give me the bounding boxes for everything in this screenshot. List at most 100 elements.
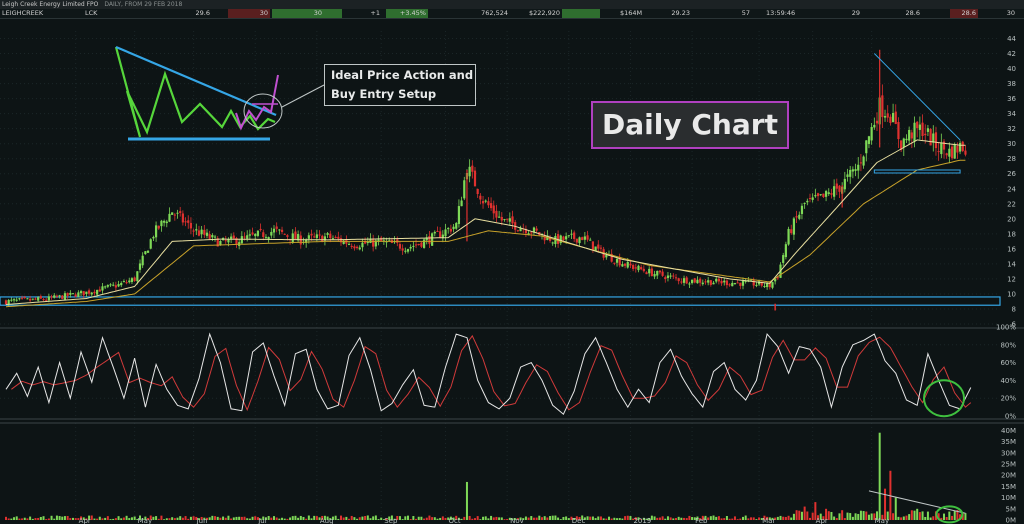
candle-body bbox=[431, 233, 434, 246]
volume-bar bbox=[621, 518, 624, 520]
candle-body bbox=[334, 236, 337, 238]
time-axis-tick: Apr bbox=[79, 517, 91, 524]
volume-bar bbox=[803, 506, 806, 520]
volume-bar bbox=[192, 516, 195, 520]
candle-body bbox=[924, 133, 927, 136]
candle-body bbox=[589, 239, 592, 241]
volume-bar bbox=[798, 510, 801, 520]
volume-bar bbox=[53, 518, 56, 520]
candle-body bbox=[96, 289, 99, 295]
candle-body bbox=[278, 229, 281, 231]
support-line bbox=[873, 169, 961, 174]
candle-body bbox=[444, 229, 447, 237]
candle-body bbox=[862, 156, 865, 166]
volume-bar bbox=[782, 516, 785, 520]
candle-body bbox=[122, 281, 126, 283]
setup-annotation-line2: Buy Entry Setup bbox=[331, 87, 437, 101]
volume-bar bbox=[538, 515, 541, 520]
volume-bar bbox=[55, 515, 58, 520]
candle-body bbox=[404, 250, 407, 252]
volume-bar bbox=[658, 517, 661, 520]
volume-bar bbox=[683, 517, 686, 520]
candle-body bbox=[693, 278, 696, 283]
volume-bar bbox=[171, 517, 174, 520]
candle-body bbox=[219, 240, 222, 245]
volume-bar bbox=[157, 518, 160, 520]
quote-code: LCK bbox=[85, 9, 98, 17]
volume-bar bbox=[417, 516, 420, 520]
volume-bar bbox=[165, 518, 168, 520]
volume-bar bbox=[792, 513, 795, 520]
candle-body bbox=[353, 246, 356, 249]
candle-body bbox=[913, 122, 916, 142]
volume-bar bbox=[629, 516, 632, 520]
candle-body bbox=[55, 295, 59, 297]
volume-bar bbox=[490, 515, 493, 520]
volume-bar bbox=[913, 510, 916, 520]
security-title: Leigh Creek Energy Limited FPO bbox=[2, 1, 99, 8]
volume-bar bbox=[275, 517, 278, 520]
volume-bar bbox=[243, 516, 246, 520]
candle-body bbox=[173, 214, 176, 216]
volume-bar bbox=[731, 518, 734, 520]
quote-trades: 57 bbox=[741, 9, 750, 17]
candle-body bbox=[23, 297, 26, 299]
volume-bar bbox=[128, 518, 131, 520]
candle-body bbox=[439, 231, 442, 238]
candle-body bbox=[677, 278, 680, 282]
volume-bar bbox=[776, 516, 779, 520]
candle-body bbox=[940, 142, 943, 155]
volume-bar bbox=[715, 516, 718, 520]
ideal-price-path bbox=[114, 46, 276, 138]
volume-bar bbox=[412, 516, 415, 520]
candle-body bbox=[251, 232, 254, 235]
candle-body bbox=[345, 240, 348, 244]
volume-bar bbox=[951, 515, 954, 520]
volume-bar bbox=[10, 518, 13, 520]
price-axis-tick: 32 bbox=[1007, 125, 1016, 133]
stoch-axis-tick: 20% bbox=[1000, 395, 1016, 403]
volume-bar bbox=[273, 516, 275, 520]
candle-body bbox=[7, 299, 10, 305]
ema-slow-line bbox=[5, 159, 966, 308]
volume-bar bbox=[897, 516, 900, 520]
volume-bar bbox=[666, 516, 669, 520]
candle-body bbox=[286, 235, 289, 237]
volume-bar bbox=[859, 510, 862, 520]
candle-body bbox=[256, 230, 260, 236]
candle-body bbox=[720, 280, 723, 284]
candle-body bbox=[642, 268, 645, 272]
volume-bar bbox=[404, 516, 407, 520]
volume-bar bbox=[334, 515, 337, 520]
price-chart[interactable]: 681012141618202224262830323436384042440%… bbox=[0, 19, 1024, 524]
time-axis-tick: Nov bbox=[510, 517, 524, 524]
candle-body bbox=[39, 296, 42, 299]
candle-body bbox=[715, 278, 718, 282]
volume-bar bbox=[283, 518, 286, 520]
quote-change-pct: +3.45% bbox=[386, 9, 428, 18]
time-axis-tick: May bbox=[875, 517, 889, 524]
candle-body bbox=[511, 216, 514, 224]
candle-body bbox=[71, 293, 75, 295]
volume-bar bbox=[656, 517, 659, 520]
candle-body bbox=[905, 138, 908, 141]
candle-body bbox=[792, 218, 796, 235]
candle-body bbox=[42, 299, 45, 301]
candle-body bbox=[506, 218, 509, 220]
volume-bar bbox=[101, 518, 104, 520]
candle-body bbox=[29, 298, 32, 301]
candle-body bbox=[790, 229, 793, 234]
volume-bar bbox=[374, 515, 377, 520]
candle-body bbox=[283, 233, 286, 235]
volume-axis-tick: 15M bbox=[1001, 483, 1016, 491]
support-zone-box bbox=[0, 296, 1001, 306]
volume-bar bbox=[838, 513, 841, 520]
candle-body bbox=[881, 95, 884, 118]
volume-bar bbox=[964, 513, 967, 520]
volume-bar bbox=[610, 518, 613, 520]
candle-body bbox=[192, 230, 195, 232]
volume-bar bbox=[503, 519, 506, 520]
volume-bar bbox=[669, 517, 672, 520]
candle-body bbox=[232, 235, 235, 239]
candle-body bbox=[806, 200, 809, 203]
